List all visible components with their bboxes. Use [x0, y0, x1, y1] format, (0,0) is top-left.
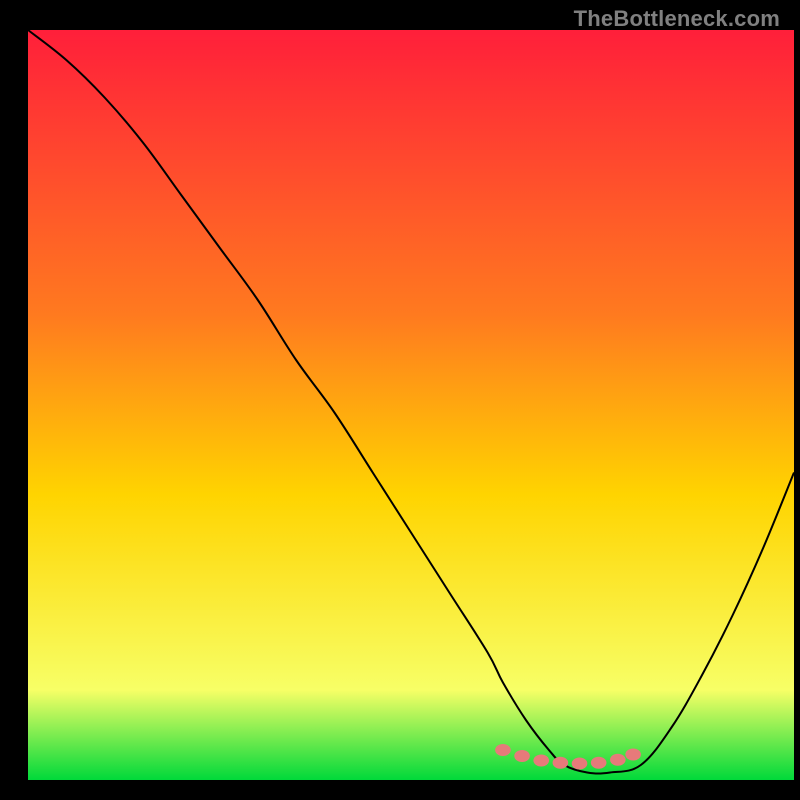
highlight-marker — [495, 744, 511, 756]
highlight-marker — [533, 755, 549, 767]
highlight-marker — [514, 750, 530, 762]
highlight-marker — [572, 758, 588, 770]
highlight-marker — [625, 749, 641, 761]
bottleneck-chart — [0, 0, 800, 800]
highlight-marker — [553, 757, 569, 769]
watermark-text: TheBottleneck.com — [574, 6, 780, 32]
highlight-marker — [610, 754, 626, 766]
highlight-marker — [591, 757, 607, 769]
chart-stage: TheBottleneck.com — [0, 0, 800, 800]
